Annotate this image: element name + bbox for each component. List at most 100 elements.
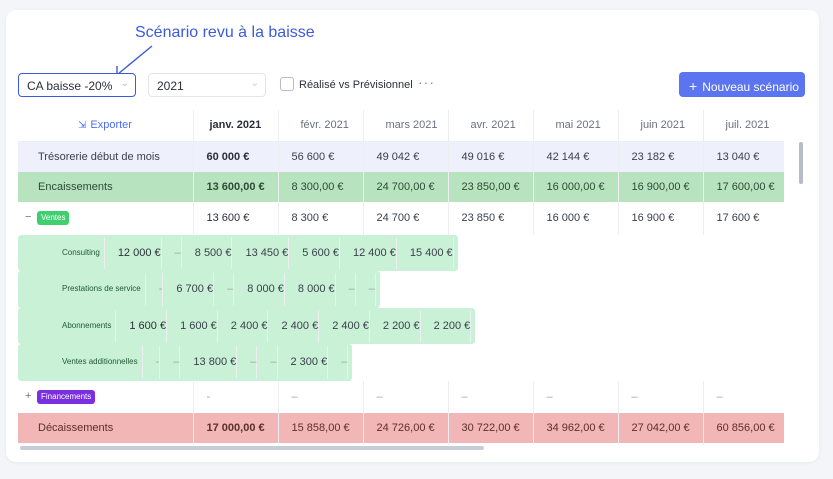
value-cell[interactable]: 12 000 € bbox=[104, 236, 162, 269]
value-cell[interactable]: 15 400 € bbox=[396, 236, 454, 269]
table-row[interactable]: Encaissements 13 600,00 €8 300,00 €24 700… bbox=[18, 172, 784, 202]
value-cell[interactable]: 8 000 € bbox=[233, 273, 285, 306]
table-row[interactable]: + Financements - – – – – – – bbox=[18, 380, 784, 413]
realise-vs-previsionnel-checkbox[interactable] bbox=[280, 77, 294, 91]
value-cell[interactable]: 2 300 € bbox=[277, 346, 329, 379]
value-cell[interactable]: 13 450 € bbox=[231, 236, 290, 269]
value-cell[interactable]: – bbox=[161, 236, 182, 269]
value-cell[interactable]: – bbox=[703, 380, 784, 413]
value-cell[interactable]: – bbox=[236, 346, 258, 379]
value-cell[interactable]: – bbox=[256, 346, 278, 379]
new-scenario-label: Nouveau scénario bbox=[702, 80, 799, 94]
value-cell[interactable]: – bbox=[335, 273, 356, 306]
table-row[interactable]: Abonnements 1 600 €1 600 €2 400 €2 400 €2… bbox=[18, 307, 476, 344]
value-cell[interactable]: 17 600 € bbox=[703, 202, 784, 235]
table-row[interactable]: Consulting 12 000 € –8 500 €13 450 €5 600 … bbox=[18, 234, 458, 271]
month-header: juin 2021 bbox=[618, 110, 704, 142]
value-cell[interactable]: – bbox=[533, 380, 619, 413]
value-cell[interactable]: 17 600,00 € bbox=[703, 172, 784, 202]
value-cell[interactable]: 24 726,00 € bbox=[363, 413, 449, 443]
value-cell[interactable]: 16 900,00 € bbox=[618, 172, 704, 202]
value-cell[interactable]: 1 600 € bbox=[166, 309, 218, 342]
subcategory-cell: Prestations de service bbox=[22, 273, 146, 306]
year-select[interactable]: 2021 ⌄ bbox=[148, 73, 266, 97]
annotation-text: Scénario revu à la baisse bbox=[135, 24, 315, 41]
value-cell[interactable]: - bbox=[145, 273, 164, 306]
collapse-icon[interactable]: − bbox=[25, 211, 37, 223]
table-row[interactable]: −Fournisseurs14 500 €12 000 €12 500 €12 … bbox=[18, 443, 784, 445]
value-cell[interactable]: – bbox=[448, 380, 534, 413]
new-scenario-button[interactable]: + Nouveau scénario bbox=[679, 72, 805, 97]
value-cell[interactable]: 16 900 € bbox=[618, 202, 704, 235]
value-cell[interactable]: 14 500 € bbox=[193, 443, 279, 445]
value-cell[interactable]: 56 600 € bbox=[278, 141, 364, 172]
value-cell[interactable]: 27 042,00 € bbox=[618, 413, 704, 443]
value-cell[interactable]: – bbox=[618, 380, 704, 413]
value-cell[interactable]: 24 700,00 € bbox=[363, 172, 449, 202]
value-cell[interactable]: 6 700 € bbox=[162, 273, 215, 306]
value-cell[interactable]: 60 000 € bbox=[193, 141, 279, 172]
table-row[interactable]: Décaissements 17 000,00 €15 858,00 €24 72… bbox=[18, 413, 784, 443]
table-row[interactable]: Ventes additionnelles - –13 800 € – –2 300 €… bbox=[18, 344, 353, 381]
value-cell[interactable]: 13 040 € bbox=[703, 141, 784, 172]
value-cell[interactable]: 2 400 € bbox=[217, 309, 269, 342]
value-cell[interactable]: 2 400 € bbox=[267, 309, 320, 342]
checkbox-label: Réalisé vs Prévisionnel bbox=[299, 79, 413, 91]
value-cell[interactable]: – bbox=[327, 346, 349, 379]
value-cell[interactable]: 8 500 € bbox=[181, 236, 233, 269]
value-cell[interactable]: 13 800 € bbox=[179, 346, 238, 379]
value-cell[interactable]: 12 800 € bbox=[448, 443, 534, 445]
value-cell[interactable]: 8 300,00 € bbox=[278, 172, 364, 202]
value-cell[interactable]: 49 016 € bbox=[448, 141, 534, 172]
value-cell[interactable]: 24 700 € bbox=[363, 202, 449, 235]
value-cell[interactable]: 13 600,00 € bbox=[193, 172, 279, 202]
value-cell[interactable]: 23 850 € bbox=[448, 202, 534, 235]
vertical-scrollbar[interactable] bbox=[799, 142, 803, 184]
category-cell: − Ventes bbox=[18, 202, 194, 235]
more-options-icon[interactable]: ··· bbox=[418, 74, 435, 90]
value-cell[interactable]: – bbox=[355, 273, 376, 306]
value-cell[interactable]: 42 144 € bbox=[533, 141, 619, 172]
value-cell[interactable]: – bbox=[213, 273, 235, 306]
value-cell[interactable]: 5 600 € bbox=[288, 236, 340, 269]
value-cell[interactable]: 42 000 € bbox=[703, 443, 784, 445]
table-row[interactable]: Prestations de service -6 700 € –8 000 €8 … bbox=[18, 271, 380, 308]
month-header: janv. 2021 bbox=[193, 110, 279, 142]
table-row[interactable]: Trésorerie début de mois 60 000 €56 600 €… bbox=[18, 141, 784, 172]
value-cell[interactable]: 16 000,00 € bbox=[533, 172, 619, 202]
value-cell[interactable]: – bbox=[278, 380, 364, 413]
value-cell[interactable]: – bbox=[363, 380, 449, 413]
table-header-row: ⇲ Exporter janv. 2021 févr. 2021 mars 2021 a… bbox=[18, 110, 784, 142]
scenario-select[interactable]: CA baisse -20% ⌄ bbox=[18, 73, 136, 97]
expand-icon[interactable]: + bbox=[25, 390, 37, 402]
table-row[interactable]: − Ventes 13 600 €8 300 €24 700 €23 850 €16… bbox=[18, 202, 784, 235]
value-cell[interactable]: 23 182 € bbox=[618, 141, 704, 172]
value-cell[interactable]: 30 722,00 € bbox=[448, 413, 534, 443]
value-cell[interactable]: 12 500 € bbox=[363, 443, 449, 445]
value-cell[interactable]: 2 200 € bbox=[369, 309, 421, 342]
value-cell[interactable]: 2 200 € bbox=[420, 309, 472, 342]
value-cell[interactable]: 23 850,00 € bbox=[448, 172, 534, 202]
value-cell[interactable]: 15 858,00 € bbox=[278, 413, 364, 443]
value-cell[interactable]: 60 856,00 € bbox=[703, 413, 784, 443]
value-cell[interactable]: 8 000 € bbox=[284, 273, 336, 306]
value-cell[interactable]: 17 000,00 € bbox=[193, 413, 279, 443]
value-cell[interactable]: 12 000 € bbox=[278, 443, 364, 445]
value-cell[interactable]: - bbox=[142, 346, 161, 379]
value-cell[interactable]: - bbox=[193, 380, 279, 413]
value-cell[interactable]: 12 400 € bbox=[339, 236, 397, 269]
value-cell[interactable]: 2 400 € bbox=[318, 309, 370, 342]
value-cell[interactable]: 49 042 € bbox=[363, 141, 449, 172]
value-cell[interactable]: 1 600 € bbox=[115, 309, 168, 342]
value-cell[interactable]: 8 300 € bbox=[278, 202, 364, 235]
value-cell[interactable]: 13 000 € bbox=[533, 443, 619, 445]
export-button[interactable]: ⇲ Exporter bbox=[18, 110, 194, 142]
row-label: Encaissements bbox=[18, 172, 194, 202]
horizontal-scrollbar[interactable] bbox=[20, 446, 484, 450]
month-header: avr. 2021 bbox=[448, 110, 534, 142]
value-cell[interactable]: – bbox=[159, 346, 181, 379]
value-cell[interactable]: 13 600 € bbox=[193, 202, 279, 235]
value-cell[interactable]: 16 000 € bbox=[533, 202, 619, 235]
value-cell[interactable]: 34 962,00 € bbox=[533, 413, 619, 443]
value-cell[interactable]: 12 200 € bbox=[618, 443, 704, 445]
